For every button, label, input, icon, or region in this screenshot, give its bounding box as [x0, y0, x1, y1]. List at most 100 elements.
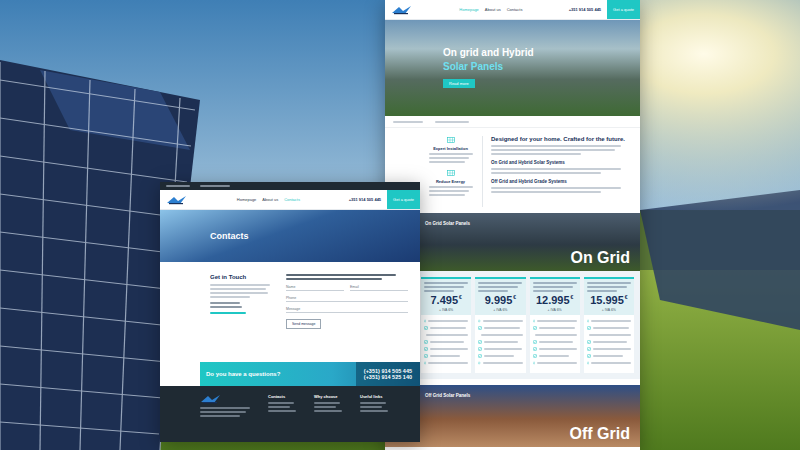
intro-body: Designed for your home. Crafted for the …: [491, 136, 632, 207]
price-note: + IVA 6%: [439, 308, 453, 312]
contact-body: Get in Touch Name Email Phone Message Send me…: [160, 262, 420, 362]
nav-phone[interactable]: +351 914 505 445: [349, 197, 381, 202]
plan-feature: [587, 319, 631, 323]
hero-title: On grid and Hybrid: [443, 48, 640, 59]
quote-button[interactable]: Get a quote: [607, 0, 640, 19]
plan-feature: [587, 333, 631, 337]
contact-form: Name Email Phone Message Send message: [286, 274, 408, 356]
text-lines: [478, 282, 522, 292]
footer-column: Why choose: [314, 394, 342, 436]
question-banner: Do you have a questions?(+351) 914 505 4…: [200, 362, 420, 386]
text-lines: [429, 153, 473, 163]
plan-features: [421, 315, 471, 369]
off-grid-band: Off Grid Solar Panels Off Grid: [385, 385, 640, 447]
check-icon: [587, 361, 589, 365]
logo-icon[interactable]: [166, 195, 188, 205]
nav-phone[interactable]: +351 914 505 445: [569, 7, 601, 12]
plan-feature: [587, 347, 631, 351]
plan-feature: [587, 340, 631, 344]
feature: Reduce Energy: [425, 169, 476, 196]
text-lines: [210, 312, 272, 314]
top-strip: [160, 182, 420, 190]
get-in-touch: Get in Touch: [210, 274, 272, 356]
nav-link[interactable]: About us: [485, 7, 501, 12]
text-lines: [491, 145, 632, 155]
check-icon: [533, 340, 537, 344]
footer-brand: [200, 394, 250, 436]
check-icon: [478, 347, 482, 351]
plan-feature: [424, 354, 468, 358]
price-card-head: 15.995€+ IVA 6%: [584, 279, 634, 315]
contact-title: Contacts: [210, 231, 249, 241]
check-icon: [478, 319, 480, 323]
price-card-head: 12.995€+ IVA 6%: [530, 279, 580, 315]
form-field[interactable]: Name: [286, 284, 344, 291]
plan-feature: [533, 354, 577, 358]
check-icon: [587, 319, 589, 323]
plan-feature: [587, 326, 631, 330]
check-icon: [533, 333, 534, 337]
text-lines: [533, 282, 577, 292]
home-page-mockup: Homepage About us Contacts +351 914 505 445…: [385, 0, 640, 450]
footer-heading: Why choose: [314, 394, 342, 399]
plan-feature: [478, 340, 522, 344]
check-icon: [424, 326, 428, 330]
text-lines: [424, 282, 468, 292]
text-lines: [268, 402, 296, 412]
plan-feature: [478, 326, 522, 330]
banner-phone[interactable]: (+351) 914 505 445: [364, 368, 412, 374]
banner-phone[interactable]: (+351) 914 525 140: [364, 374, 412, 380]
footer: Contacts Why choose Useful links: [160, 386, 420, 442]
plan-feature: [424, 347, 468, 351]
nav-link[interactable]: Homepage: [459, 7, 479, 12]
price-card[interactable]: 7.495€ + IVA 6%: [421, 277, 471, 373]
hero: On grid and Hybrid Solar Panels Read more: [385, 20, 640, 116]
form-field[interactable]: Message: [286, 306, 408, 313]
band-title: Off Grid: [570, 425, 630, 443]
price-card[interactable]: 15.995€+ IVA 6%: [584, 277, 634, 373]
plan-feature: [533, 347, 577, 351]
price: 7.495€: [430, 294, 461, 306]
text-lines: [200, 407, 250, 417]
on-grid-band: On Grid Solar PanelsOn Grid: [385, 213, 640, 271]
check-icon: [478, 361, 480, 365]
plan-feature: [533, 333, 577, 337]
nav-link[interactable]: Contacts: [507, 7, 523, 12]
hero-title-accent: Solar Panels: [443, 62, 640, 73]
check-icon: [478, 354, 482, 358]
check-icon: [533, 361, 535, 365]
footer-heading: Contacts: [268, 394, 296, 399]
footer-column: Contacts: [268, 394, 296, 436]
feature-title: Reduce Energy: [436, 179, 465, 184]
check-icon: [478, 340, 482, 344]
check-icon: [533, 326, 537, 330]
form-field[interactable]: Phone: [286, 295, 408, 302]
form-field[interactable]: Email: [350, 284, 408, 291]
plan-features: [475, 315, 525, 369]
plan-features: [584, 315, 634, 369]
text-lines: [491, 168, 632, 174]
logo-icon[interactable]: [391, 5, 413, 15]
text-lines: [286, 274, 408, 280]
price-note: + IVA 6%: [602, 308, 616, 312]
check-icon: [533, 347, 537, 351]
band-caption: Off Grid Solar Panels: [425, 393, 630, 398]
logo-icon[interactable]: [200, 394, 222, 404]
nav-link[interactable]: Homepage: [237, 197, 257, 202]
quote-button[interactable]: Get a quote: [387, 190, 420, 209]
text-lines: [360, 402, 388, 412]
price-card[interactable]: 9.995€+ IVA 6%: [475, 277, 525, 373]
text-lines: [210, 284, 272, 298]
send-button[interactable]: Send message: [286, 319, 321, 329]
price-card-head: 7.495€ + IVA 6%: [421, 279, 471, 315]
footer-heading: Useful links: [360, 394, 388, 399]
plan-feature: [424, 333, 468, 337]
footer-column: Useful links: [360, 394, 388, 436]
contact-hero: Contacts: [160, 210, 420, 262]
nav-link[interactable]: About us: [262, 197, 278, 202]
price-card[interactable]: 12.995€+ IVA 6%: [530, 277, 580, 373]
nav-link[interactable]: Contacts: [284, 197, 300, 202]
read-more-button[interactable]: Read more: [443, 79, 475, 88]
currency: €: [625, 294, 628, 300]
band-title: On Grid: [570, 249, 630, 267]
